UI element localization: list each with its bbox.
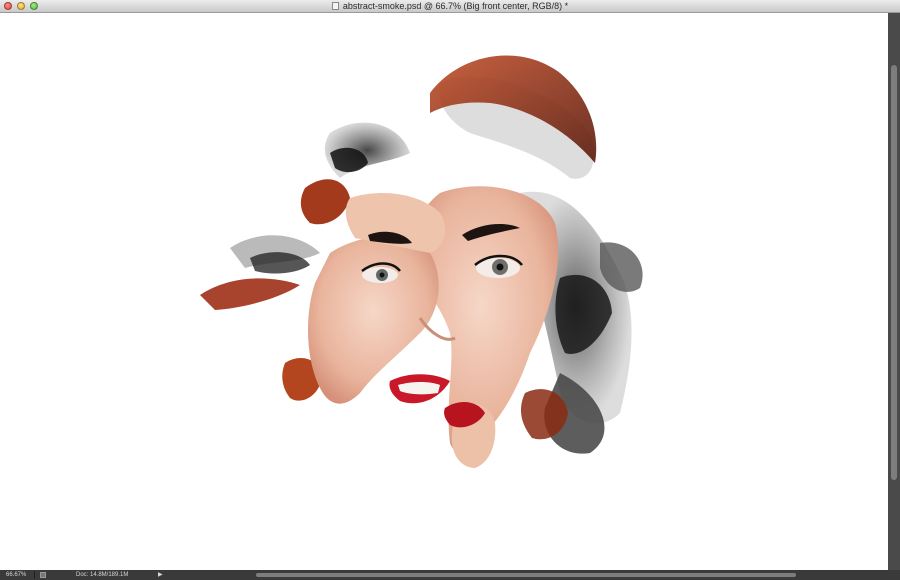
status-bar: 66.67% Doc: 14.8M/189.1M ▶ bbox=[0, 570, 900, 580]
face-fragments bbox=[308, 186, 559, 468]
document-canvas[interactable] bbox=[0, 13, 888, 570]
status-divider bbox=[34, 571, 35, 579]
proof-setup-icon[interactable] bbox=[40, 572, 46, 578]
vertical-scrollbar[interactable] bbox=[888, 13, 900, 570]
document-icon[interactable] bbox=[331, 2, 339, 10]
vertical-scroll-thumb[interactable] bbox=[891, 65, 897, 480]
document-size-info[interactable]: Doc: 14.8M/189.1M bbox=[76, 570, 128, 580]
horizontal-scroll-thumb[interactable] bbox=[256, 573, 796, 577]
window-title-area: abstract-smoke.psd @ 66.7% (Big front ce… bbox=[0, 0, 900, 12]
window-title: abstract-smoke.psd @ 66.7% (Big front ce… bbox=[342, 1, 569, 11]
zoom-level-field[interactable]: 66.67% bbox=[6, 570, 26, 580]
title-bar[interactable]: abstract-smoke.psd @ 66.7% (Big front ce… bbox=[0, 0, 900, 13]
horizontal-scrollbar[interactable] bbox=[170, 571, 888, 579]
photoshop-document-window: abstract-smoke.psd @ 66.7% (Big front ce… bbox=[0, 0, 900, 580]
smoke-portrait-artwork bbox=[200, 55, 643, 468]
status-menu-arrow-icon[interactable]: ▶ bbox=[158, 570, 163, 580]
